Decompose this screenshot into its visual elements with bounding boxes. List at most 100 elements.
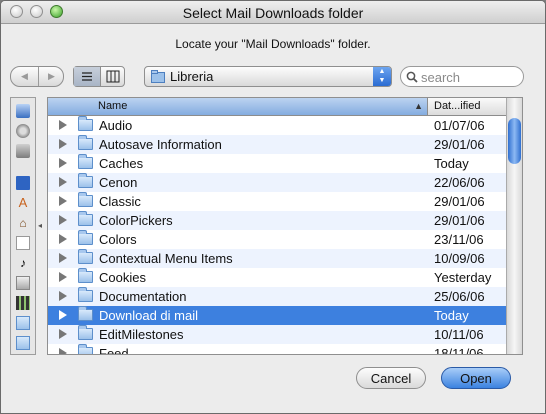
folder-icon (78, 249, 93, 264)
file-date: 23/11/06 (434, 232, 484, 247)
title-bar: Select Mail Downloads folder (1, 1, 545, 24)
folder-icon[interactable] (16, 316, 30, 330)
sidebar: A ⌂ ♪ (10, 97, 36, 355)
home-icon[interactable]: ⌂ (16, 216, 30, 230)
list-item[interactable]: Autosave Information 29/01/06 (48, 135, 506, 154)
list-view-button[interactable] (74, 67, 101, 86)
computer-icon[interactable] (16, 104, 30, 118)
date-column-header[interactable]: Dat...ified (428, 98, 506, 115)
folder-icon (78, 135, 93, 150)
list-item[interactable]: Download di mail Today (48, 306, 506, 325)
folder-icon[interactable] (16, 336, 30, 350)
disclosure-triangle-icon[interactable] (59, 177, 67, 187)
list-item[interactable]: Cenon 22/06/06 (48, 173, 506, 192)
cancel-label: Cancel (370, 371, 412, 386)
disclosure-triangle-icon[interactable] (59, 234, 67, 244)
disclosure-triangle-icon[interactable] (59, 139, 67, 149)
search-icon (406, 71, 418, 83)
file-name: Download di mail (99, 308, 198, 323)
desktop-icon[interactable] (16, 176, 30, 190)
instruction-text: Locate your "Mail Downloads" folder. (175, 37, 371, 51)
select-folder-dialog: Select Mail Downloads folder Locate your… (0, 0, 546, 414)
scroll-thumb[interactable] (508, 118, 521, 164)
back-arrow-icon: ◀ (21, 71, 28, 81)
music-icon[interactable]: ♪ (16, 256, 30, 270)
file-date: 29/01/06 (434, 194, 485, 209)
vertical-scrollbar[interactable] (506, 98, 522, 354)
popup-arrows-icon: ▲ ▼ (373, 67, 391, 86)
file-list: Name ▲ Dat...ified Audio 01/07/06 Autosave… (47, 97, 523, 355)
applications-icon[interactable]: A (16, 196, 30, 210)
file-name: Contextual Menu Items (99, 251, 233, 266)
list-view-icon (82, 72, 92, 81)
file-date: Today (434, 308, 469, 323)
disclosure-triangle-icon[interactable] (59, 291, 67, 301)
folder-icon (78, 230, 93, 245)
location-label: Libreria (170, 69, 214, 84)
name-column-header[interactable]: Name ▲ (48, 98, 428, 115)
disclosure-triangle-icon[interactable] (59, 348, 67, 354)
disclosure-triangle-icon[interactable] (59, 120, 67, 130)
folder-icon (78, 268, 93, 283)
list-item[interactable]: Feed 18/11/06 (48, 344, 506, 355)
search-field[interactable]: search (400, 66, 524, 87)
file-date: 25/06/06 (434, 289, 485, 304)
folder-icon (78, 192, 93, 207)
list-item[interactable]: ColorPickers 29/01/06 (48, 211, 506, 230)
list-item[interactable]: Colors 23/11/06 (48, 230, 506, 249)
list-item[interactable]: Documentation 25/06/06 (48, 287, 506, 306)
open-button[interactable]: Open (441, 367, 511, 389)
file-date: Yesterday (434, 270, 492, 285)
list-item[interactable]: Audio 01/07/06 (48, 116, 506, 135)
disclosure-triangle-icon[interactable] (59, 253, 67, 263)
folder-icon (78, 344, 93, 354)
disclosure-triangle-icon[interactable] (59, 329, 67, 339)
list-item[interactable]: EditMilestones 10/11/06 (48, 325, 506, 344)
forward-button[interactable]: ▶ (38, 67, 65, 86)
disclosure-triangle-icon[interactable] (59, 215, 67, 225)
list-item[interactable]: Contextual Menu Items 10/09/06 (48, 249, 506, 268)
sidebar-resize-handle[interactable]: ◂ (38, 221, 42, 230)
file-date: Today (434, 156, 469, 171)
column-header: Name ▲ Dat...ified (48, 98, 506, 116)
disk-icon[interactable] (16, 124, 30, 138)
disclosure-triangle-icon[interactable] (59, 310, 67, 320)
file-name: Colors (99, 232, 137, 247)
file-date: 10/11/06 (434, 327, 484, 342)
folder-icon (78, 325, 93, 340)
pictures-icon[interactable] (16, 276, 30, 290)
search-placeholder: search (421, 70, 461, 85)
file-name: Cookies (99, 270, 146, 285)
documents-icon[interactable] (16, 236, 30, 250)
name-column-label: Name (98, 100, 128, 112)
window-title: Select Mail Downloads folder (182, 5, 364, 21)
file-rows: Audio 01/07/06 Autosave Information 29/01/0… (48, 116, 506, 355)
file-date: 01/07/06 (434, 118, 485, 133)
open-label: Open (460, 371, 492, 386)
list-item[interactable]: Classic 29/01/06 (48, 192, 506, 211)
disclosure-triangle-icon[interactable] (59, 196, 67, 206)
file-name: Feed (99, 346, 129, 355)
file-name: ColorPickers (99, 213, 173, 228)
file-date: 29/01/06 (434, 137, 485, 152)
hard-drive-icon[interactable] (16, 144, 30, 158)
folder-icon (78, 116, 93, 131)
cancel-button[interactable]: Cancel (356, 367, 426, 389)
disclosure-triangle-icon[interactable] (59, 272, 67, 282)
movies-icon[interactable] (16, 296, 30, 310)
file-name: Cenon (99, 175, 138, 190)
view-mode-control (73, 66, 125, 87)
column-view-button[interactable] (100, 67, 126, 86)
back-button[interactable]: ◀ (11, 67, 39, 86)
file-name: Audio (99, 118, 133, 133)
list-item[interactable]: Cookies Yesterday (48, 268, 506, 287)
disclosure-triangle-icon[interactable] (59, 158, 67, 168)
file-date: 22/06/06 (434, 175, 485, 190)
location-popup[interactable]: Libreria ▲ ▼ (144, 66, 392, 87)
folder-icon (78, 154, 93, 169)
file-date: 18/11/06 (434, 346, 484, 355)
folder-icon (151, 70, 165, 88)
file-name: Documentation (99, 289, 187, 304)
list-item[interactable]: Caches Today (48, 154, 506, 173)
folder-icon (78, 173, 93, 188)
